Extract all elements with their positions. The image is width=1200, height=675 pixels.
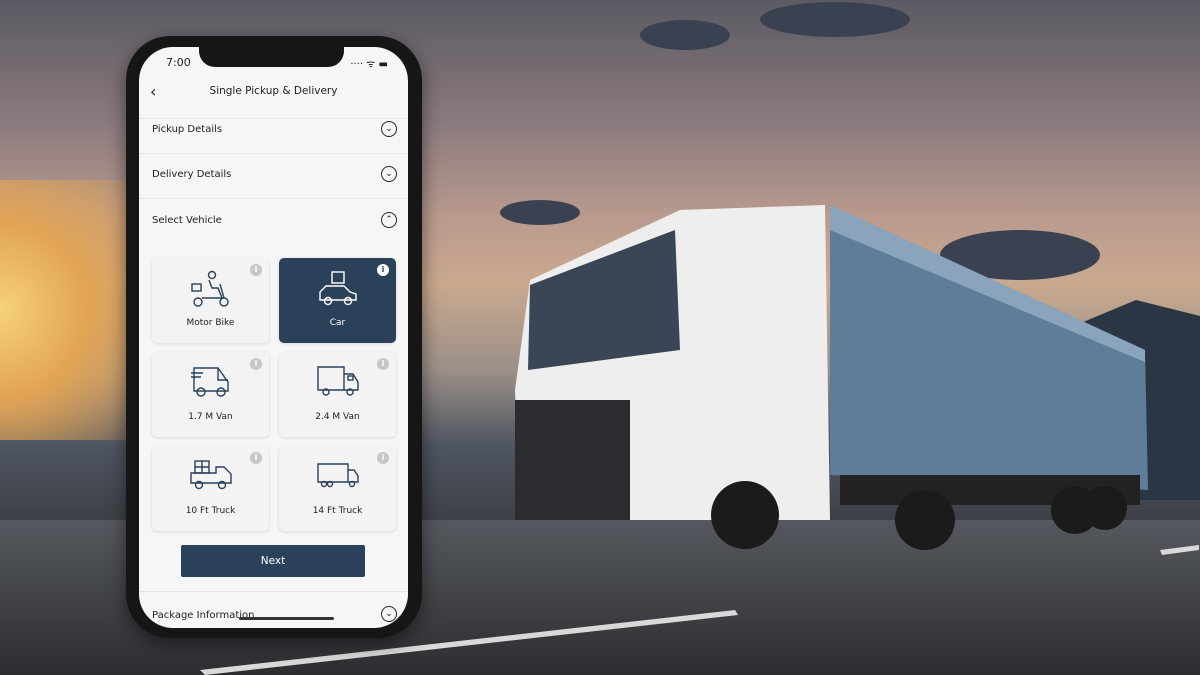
cloud [760,2,910,37]
pickup-truck-icon [190,460,232,490]
vehicle-card-car[interactable]: i Car [279,258,396,343]
vehicle-label: 14 Ft Truck [312,506,363,516]
info-icon[interactable]: i [250,264,262,276]
lane-marking [1160,545,1199,555]
vehicle-label: 10 Ft Truck [185,506,236,516]
truck-image [515,205,1148,550]
box-van-icon [317,366,359,396]
section-delivery-details[interactable]: Delivery Details ⌄ [139,154,408,199]
vehicle-card-2-4m-van[interactable]: i 2.4 M Van [279,352,396,437]
chevron-down-icon[interactable]: ⌄ [381,606,397,622]
phone-notch [199,47,344,67]
grille [515,400,630,520]
phone-screen: 7:00 ···· ᯤ ▬ ‹ Single Pickup & Delivery… [139,47,408,628]
cloud [640,20,730,50]
vehicle-card-10ft-truck[interactable]: i 10 Ft Truck [152,446,269,531]
box-truck-icon [317,463,359,488]
info-icon[interactable]: i [377,358,389,370]
info-icon[interactable]: i [377,452,389,464]
van-icon [191,367,229,397]
chevron-up-icon[interactable]: ⌃ [381,212,397,228]
section-label: Pickup Details [152,124,223,135]
info-icon[interactable]: i [377,264,389,276]
page-title: Single Pickup & Delivery [209,85,338,97]
wheel [1083,486,1127,530]
vehicle-card-motor-bike[interactable]: i Motor Bike [152,258,269,343]
vehicle-label: 1.7 M Van [188,412,233,422]
status-icons: ···· ᯤ ▬ [350,59,388,70]
car-icon [319,271,357,306]
section-label: Delivery Details [152,169,232,180]
vehicle-card-14ft-truck[interactable]: i 14 Ft Truck [279,446,396,531]
motorbike-icon [191,270,229,307]
vehicle-card-1-7m-van[interactable]: i 1.7 M Van [152,352,269,437]
info-icon[interactable]: i [250,452,262,464]
chevron-down-icon[interactable]: ⌄ [381,121,397,137]
vehicle-label: 2.4 M Van [315,412,360,422]
wheel [895,490,955,550]
section-package-information[interactable]: Package Information ⌄ [139,591,408,628]
home-indicator [239,617,334,620]
status-time: 7:00 [166,56,191,69]
info-icon[interactable]: i [250,358,262,370]
wheel [711,481,779,549]
vehicle-label: Car [329,318,346,328]
chevron-down-icon[interactable]: ⌄ [381,166,397,182]
section-pickup-details[interactable]: Pickup Details ⌄ [139,109,408,154]
section-select-vehicle[interactable]: Select Vehicle ⌃ [139,200,408,245]
next-button[interactable]: Next [181,545,365,577]
section-label: Select Vehicle [152,215,222,226]
vehicle-label: Motor Bike [186,318,235,328]
